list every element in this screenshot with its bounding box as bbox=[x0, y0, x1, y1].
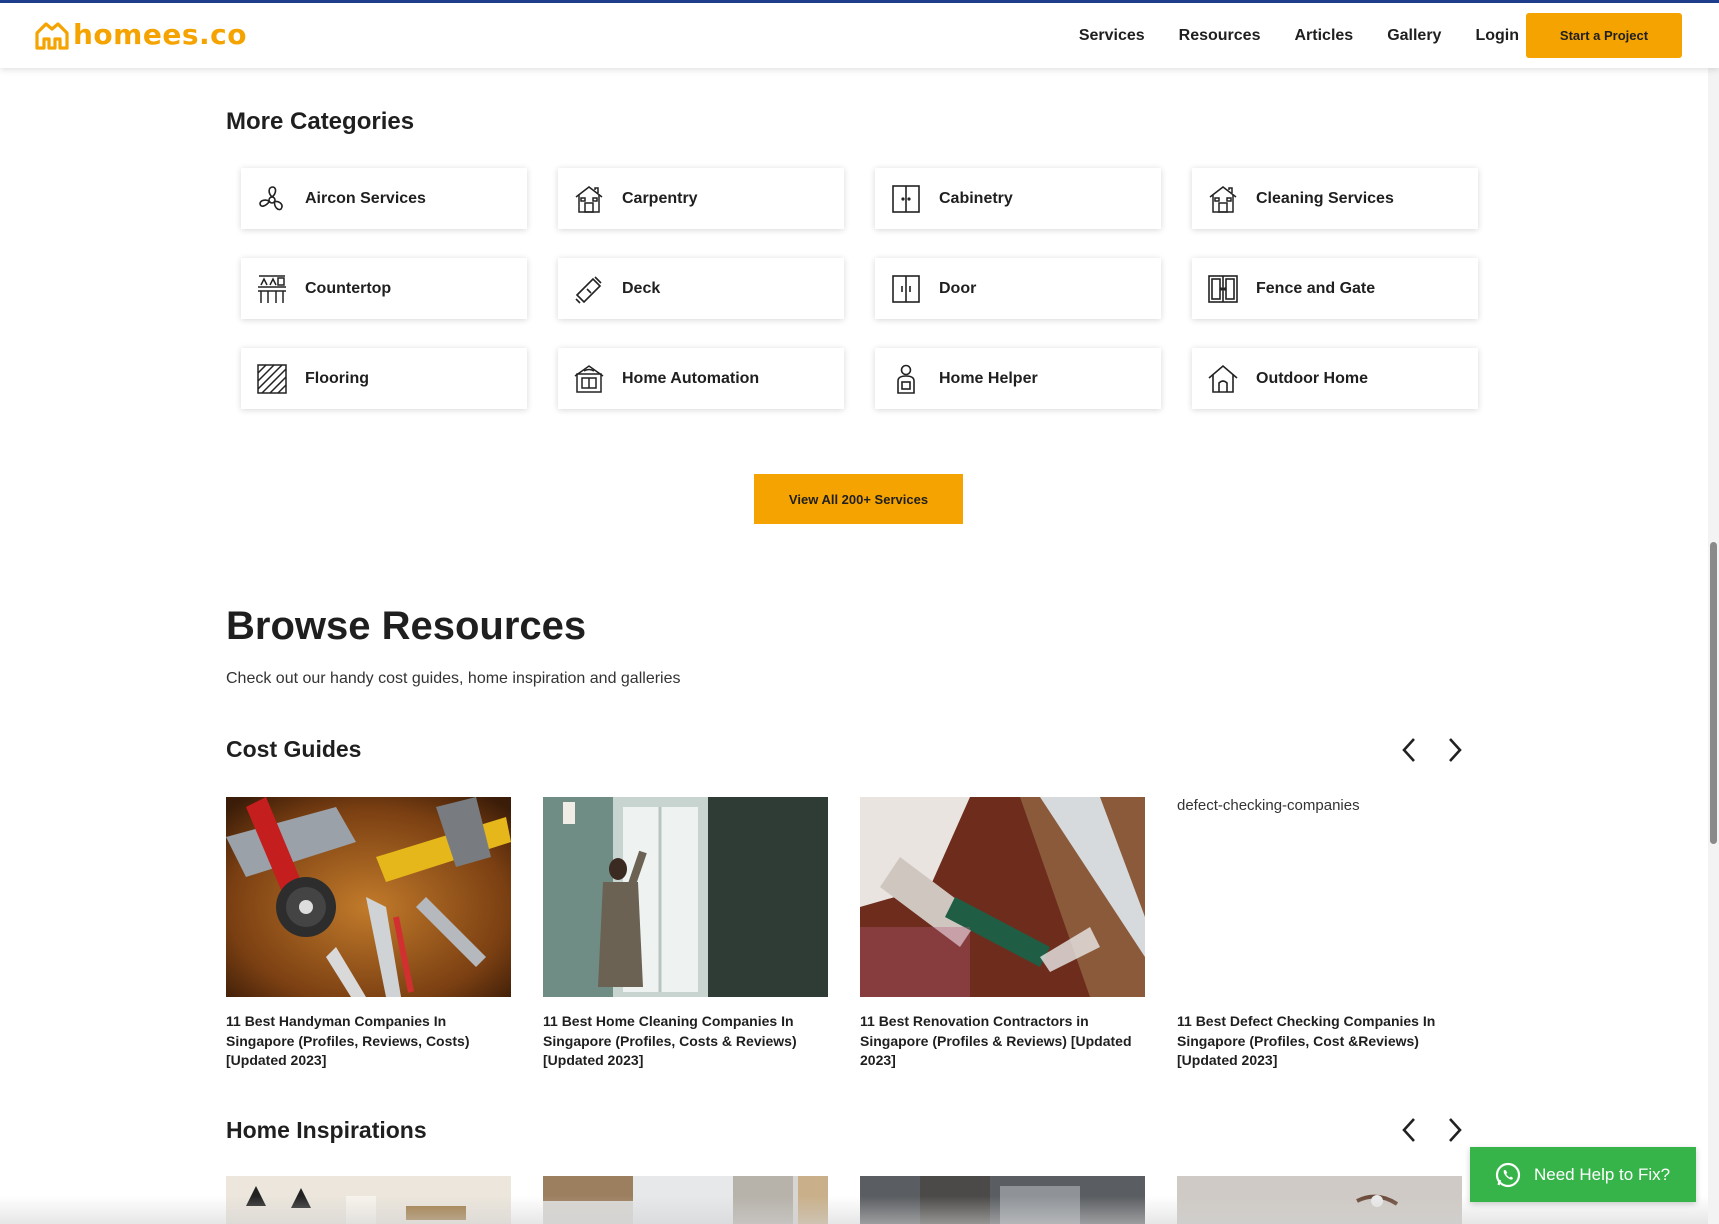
chevron-left-icon bbox=[1402, 738, 1415, 762]
cost-guides-next-arrow[interactable] bbox=[1441, 736, 1469, 764]
inspiration-image[interactable] bbox=[226, 1176, 511, 1224]
nav-services[interactable]: Services bbox=[1079, 27, 1145, 45]
category-label: Carpentry bbox=[622, 189, 698, 207]
house-icon bbox=[1206, 182, 1240, 216]
whatsapp-icon bbox=[1495, 1162, 1521, 1187]
view-all-services-button[interactable]: View All 200+ Services bbox=[754, 474, 963, 524]
category-aircon-services[interactable]: Aircon Services bbox=[241, 168, 527, 229]
outdoor-home-icon bbox=[1206, 362, 1240, 396]
fan-icon bbox=[255, 182, 289, 216]
renovation-guide-title[interactable]: 11 Best Renovation Contractors in Singap… bbox=[860, 1012, 1150, 1071]
category-label: Door bbox=[939, 279, 977, 297]
browse-resources-title: Browse Resources bbox=[226, 604, 587, 648]
cabinet-icon bbox=[889, 182, 923, 216]
gate-icon bbox=[1206, 272, 1240, 306]
renovation-guide-image[interactable] bbox=[860, 797, 1145, 997]
floor-tiles-icon bbox=[255, 362, 289, 396]
home-inspirations-title: Home Inspirations bbox=[226, 1117, 427, 1143]
category-label: Flooring bbox=[305, 369, 369, 387]
category-label: Deck bbox=[622, 279, 661, 297]
house-icon bbox=[572, 182, 606, 216]
inspiration-image[interactable] bbox=[543, 1176, 828, 1224]
defect-checking-broken-image[interactable]: defect-checking-companies bbox=[1177, 797, 1360, 814]
category-label: Aircon Services bbox=[305, 189, 426, 207]
nav-gallery[interactable]: Gallery bbox=[1387, 27, 1441, 45]
home-cleaning-guide-image[interactable] bbox=[543, 797, 828, 997]
category-carpentry[interactable]: Carpentry bbox=[558, 168, 844, 229]
browse-resources-subtitle: Check out our handy cost guides, home in… bbox=[226, 670, 681, 687]
chevron-right-icon bbox=[1449, 1118, 1462, 1142]
handyman-guide-image[interactable] bbox=[226, 797, 511, 997]
category-label: Cleaning Services bbox=[1256, 189, 1394, 207]
category-label: Cabinetry bbox=[939, 189, 1013, 207]
category-label: Home Automation bbox=[622, 369, 760, 387]
countertop-icon bbox=[255, 272, 289, 306]
broken-image-alt-text: defect-checking-companies bbox=[1177, 797, 1360, 814]
logo[interactable]: homees.co bbox=[34, 17, 247, 51]
category-label: Countertop bbox=[305, 279, 392, 297]
defect-checking-guide-title[interactable]: 11 Best Defect Checking Companies In Sin… bbox=[1177, 1012, 1467, 1071]
category-label: Home Helper bbox=[939, 369, 1038, 387]
cost-guides-title: Cost Guides bbox=[226, 736, 362, 762]
category-deck[interactable]: Deck bbox=[558, 258, 844, 319]
category-label: Outdoor Home bbox=[1256, 369, 1368, 387]
logo-text: homees.co bbox=[73, 17, 247, 51]
need-help-label: Need Help to Fix? bbox=[1534, 1164, 1671, 1184]
nav-login[interactable]: Login bbox=[1475, 27, 1519, 45]
main-nav: Services Resources Articles Gallery Logi… bbox=[1079, 3, 1519, 68]
home-cleaning-guide-title[interactable]: 11 Best Home Cleaning Companies In Singa… bbox=[543, 1012, 833, 1071]
category-cabinetry[interactable]: Cabinetry bbox=[875, 168, 1161, 229]
house-logo-icon bbox=[35, 22, 69, 50]
home-inspirations-next-arrow[interactable] bbox=[1441, 1116, 1469, 1144]
inspiration-image[interactable] bbox=[860, 1176, 1145, 1224]
site-header: homees.co Services Resources Articles Ga… bbox=[0, 3, 1719, 68]
more-categories-title: More Categories bbox=[226, 108, 415, 135]
category-home-helper[interactable]: Home Helper bbox=[875, 348, 1161, 409]
chevron-right-icon bbox=[1449, 738, 1462, 762]
category-label: Fence and Gate bbox=[1256, 279, 1376, 297]
category-cleaning-services[interactable]: Cleaning Services bbox=[1192, 168, 1478, 229]
category-fence-and-gate[interactable]: Fence and Gate bbox=[1192, 258, 1478, 319]
start-project-button[interactable]: Start a Project bbox=[1526, 13, 1682, 58]
chevron-left-icon bbox=[1402, 1118, 1415, 1142]
door-icon bbox=[889, 272, 923, 306]
cost-guides-prev-arrow[interactable] bbox=[1395, 736, 1423, 764]
need-help-whatsapp-button[interactable]: Need Help to Fix? bbox=[1470, 1147, 1696, 1202]
category-flooring[interactable]: Flooring bbox=[241, 348, 527, 409]
helper-icon bbox=[889, 362, 923, 396]
nav-resources[interactable]: Resources bbox=[1179, 27, 1261, 45]
category-door[interactable]: Door bbox=[875, 258, 1161, 319]
home-inspirations-prev-arrow[interactable] bbox=[1395, 1116, 1423, 1144]
category-home-automation[interactable]: Home Automation bbox=[558, 348, 844, 409]
scrollbar-thumb[interactable] bbox=[1710, 542, 1717, 844]
nav-articles[interactable]: Articles bbox=[1294, 27, 1353, 45]
category-countertop[interactable]: Countertop bbox=[241, 258, 527, 319]
inspiration-image[interactable] bbox=[1177, 1176, 1462, 1224]
smart-home-icon bbox=[572, 362, 606, 396]
plank-icon bbox=[572, 272, 606, 306]
handyman-guide-title[interactable]: 11 Best Handyman Companies In Singapore … bbox=[226, 1012, 516, 1071]
category-outdoor-home[interactable]: Outdoor Home bbox=[1192, 348, 1478, 409]
